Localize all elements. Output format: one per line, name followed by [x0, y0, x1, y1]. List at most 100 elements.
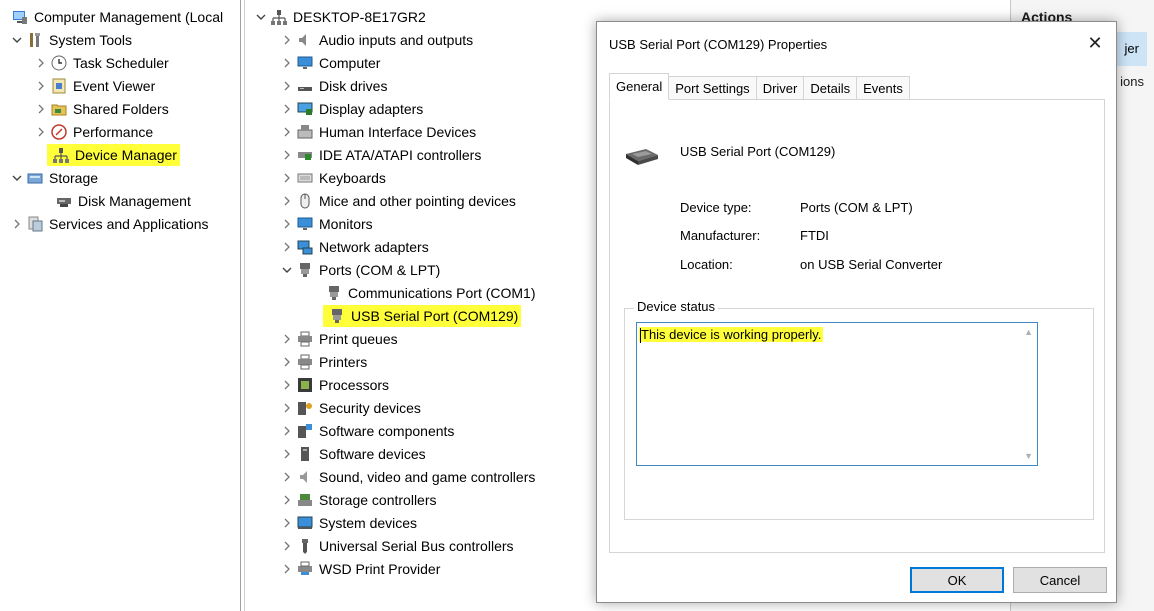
tab-general[interactable]: General	[609, 73, 670, 100]
device-category-keyboards[interactable]: Keyboards	[280, 166, 386, 189]
chevron-right-icon[interactable]	[280, 125, 294, 139]
device-type-label: Device type:	[680, 200, 752, 215]
general-tab-panel: USB Serial Port (COM129) Device type: Po…	[609, 99, 1105, 553]
device-category-printers[interactable]: Printers	[280, 350, 367, 373]
chevron-right-icon[interactable]	[34, 125, 48, 139]
device-category-sound-video-and-game-controllers[interactable]: Sound, video and game controllers	[280, 465, 535, 488]
location-value: on USB Serial Converter	[800, 257, 943, 272]
device-category-ports-com-lpt[interactable]: Ports (COM & LPT)	[280, 258, 440, 281]
chevron-right-icon[interactable]	[280, 148, 294, 162]
device-category-display-adapters[interactable]: Display adapters	[280, 97, 423, 120]
printer-icon	[297, 354, 313, 370]
chevron-right-icon[interactable]	[280, 355, 294, 369]
device-category-computer[interactable]: Computer	[280, 51, 380, 74]
tree-item-device-manager[interactable]: Device Manager	[47, 143, 180, 166]
chevron-right-icon[interactable]	[280, 33, 294, 47]
system-device-icon	[297, 515, 313, 531]
tab-events[interactable]: Events	[856, 76, 910, 100]
device-status-textbox[interactable]: This device is working properly. ▲ ▼	[636, 322, 1038, 466]
mouse-icon	[297, 193, 313, 209]
device-category-processors[interactable]: Processors	[280, 373, 389, 396]
tree-item-performance[interactable]: Performance	[34, 120, 153, 143]
chevron-right-icon[interactable]	[280, 217, 294, 231]
device-category-universal-serial-bus-controllers[interactable]: Universal Serial Bus controllers	[280, 534, 514, 557]
device-type-value: Ports (COM & LPT)	[800, 200, 913, 215]
device-category-storage-controllers[interactable]: Storage controllers	[280, 488, 437, 511]
tools-icon	[27, 32, 43, 48]
chevron-right-icon[interactable]	[280, 332, 294, 346]
chevron-down-icon[interactable]	[280, 263, 294, 277]
usb-icon	[297, 538, 313, 554]
port-icon	[297, 262, 313, 278]
tree-item-disk-management[interactable]: Disk Management	[56, 189, 191, 212]
tab-details[interactable]: Details	[803, 76, 858, 100]
chevron-right-icon[interactable]	[280, 79, 294, 93]
pane-divider[interactable]	[240, 0, 241, 611]
chevron-right-icon[interactable]	[34, 56, 48, 70]
tab-driver[interactable]: Driver	[755, 76, 805, 100]
scroll-up-icon[interactable]: ▲	[1024, 327, 1033, 337]
chevron-right-icon[interactable]	[280, 470, 294, 484]
chevron-right-icon[interactable]	[280, 493, 294, 507]
chevron-right-icon[interactable]	[280, 539, 294, 553]
device-category-label: System devices	[319, 514, 418, 531]
chevron-right-icon[interactable]	[34, 102, 48, 116]
computer-management-icon	[12, 9, 28, 25]
device-category-label: Monitors	[319, 215, 373, 232]
tree-root-label: Computer Management (Local	[34, 8, 224, 25]
scroll-down-icon[interactable]: ▼	[1024, 451, 1033, 461]
close-icon[interactable]: ✕	[1084, 32, 1106, 54]
tree-item-task-scheduler[interactable]: Task Scheduler	[34, 51, 169, 74]
tree-item-shared-folders[interactable]: Shared Folders	[34, 97, 169, 120]
device-category-print-queues[interactable]: Print queues	[280, 327, 398, 350]
device-category-label: Human Interface Devices	[319, 123, 477, 140]
chevron-down-icon[interactable]	[10, 33, 24, 47]
device-category-network-adapters[interactable]: Network adapters	[280, 235, 429, 258]
tree-item-system-tools[interactable]: System Tools	[10, 28, 132, 51]
chevron-down-icon[interactable]	[254, 10, 268, 24]
chevron-right-icon[interactable]	[280, 102, 294, 116]
actions-selected-label: jer	[1124, 41, 1139, 56]
chevron-right-icon[interactable]	[280, 378, 294, 392]
ok-button[interactable]: OK	[910, 567, 1004, 593]
device-category-disk-drives[interactable]: Disk drives	[280, 74, 387, 97]
chevron-right-icon[interactable]	[10, 217, 24, 231]
chevron-right-icon[interactable]	[280, 171, 294, 185]
device-item-communications-port-com1[interactable]: Communications Port (COM1)	[326, 281, 536, 304]
device-category-label: Display adapters	[319, 100, 424, 117]
device-category-system-devices[interactable]: System devices	[280, 511, 417, 534]
chevron-right-icon[interactable]	[280, 401, 294, 415]
device-tree-root[interactable]: DESKTOP-8E17GR2	[254, 5, 426, 28]
chevron-right-icon[interactable]	[280, 424, 294, 438]
device-category-monitors[interactable]: Monitors	[280, 212, 373, 235]
device-category-mice-and-other-pointing-devices[interactable]: Mice and other pointing devices	[280, 189, 516, 212]
device-category-security-devices[interactable]: Security devices	[280, 396, 421, 419]
tree-item-services-and-applications[interactable]: Services and Applications	[10, 212, 209, 235]
tree-item-event-viewer[interactable]: Event Viewer	[34, 74, 155, 97]
location-label: Location:	[680, 257, 733, 272]
tree-item-storage[interactable]: Storage	[10, 166, 98, 189]
cancel-button[interactable]: Cancel	[1013, 567, 1107, 593]
chevron-right-icon[interactable]	[280, 447, 294, 461]
disk-drive-icon	[297, 78, 313, 94]
chevron-right-icon[interactable]	[280, 56, 294, 70]
device-category-wsd-print-provider[interactable]: WSD Print Provider	[280, 557, 440, 580]
device-category-audio-inputs-and-outputs[interactable]: Audio inputs and outputs	[280, 28, 473, 51]
device-category-ide-ata-atapi-controllers[interactable]: IDE ATA/ATAPI controllers	[280, 143, 481, 166]
chevron-down-icon[interactable]	[10, 171, 24, 185]
display-adapter-icon	[297, 101, 313, 117]
chevron-right-icon[interactable]	[34, 79, 48, 93]
tree-item-label: System Tools	[49, 31, 132, 48]
device-item-usb-serial-port-com129[interactable]: USB Serial Port (COM129)	[323, 304, 522, 327]
device-category-software-components[interactable]: Software components	[280, 419, 454, 442]
actions-item-more[interactable]: ions	[1120, 74, 1144, 89]
tab-port-settings[interactable]: Port Settings	[668, 76, 757, 100]
tree-root-computer-management[interactable]: Computer Management (Local	[12, 5, 223, 28]
chevron-right-icon[interactable]	[280, 516, 294, 530]
device-category-human-interface-devices[interactable]: Human Interface Devices	[280, 120, 476, 143]
chevron-right-icon[interactable]	[280, 194, 294, 208]
disk-management-icon	[56, 193, 72, 209]
device-category-software-devices[interactable]: Software devices	[280, 442, 426, 465]
chevron-right-icon[interactable]	[280, 240, 294, 254]
chevron-right-icon[interactable]	[280, 562, 294, 576]
